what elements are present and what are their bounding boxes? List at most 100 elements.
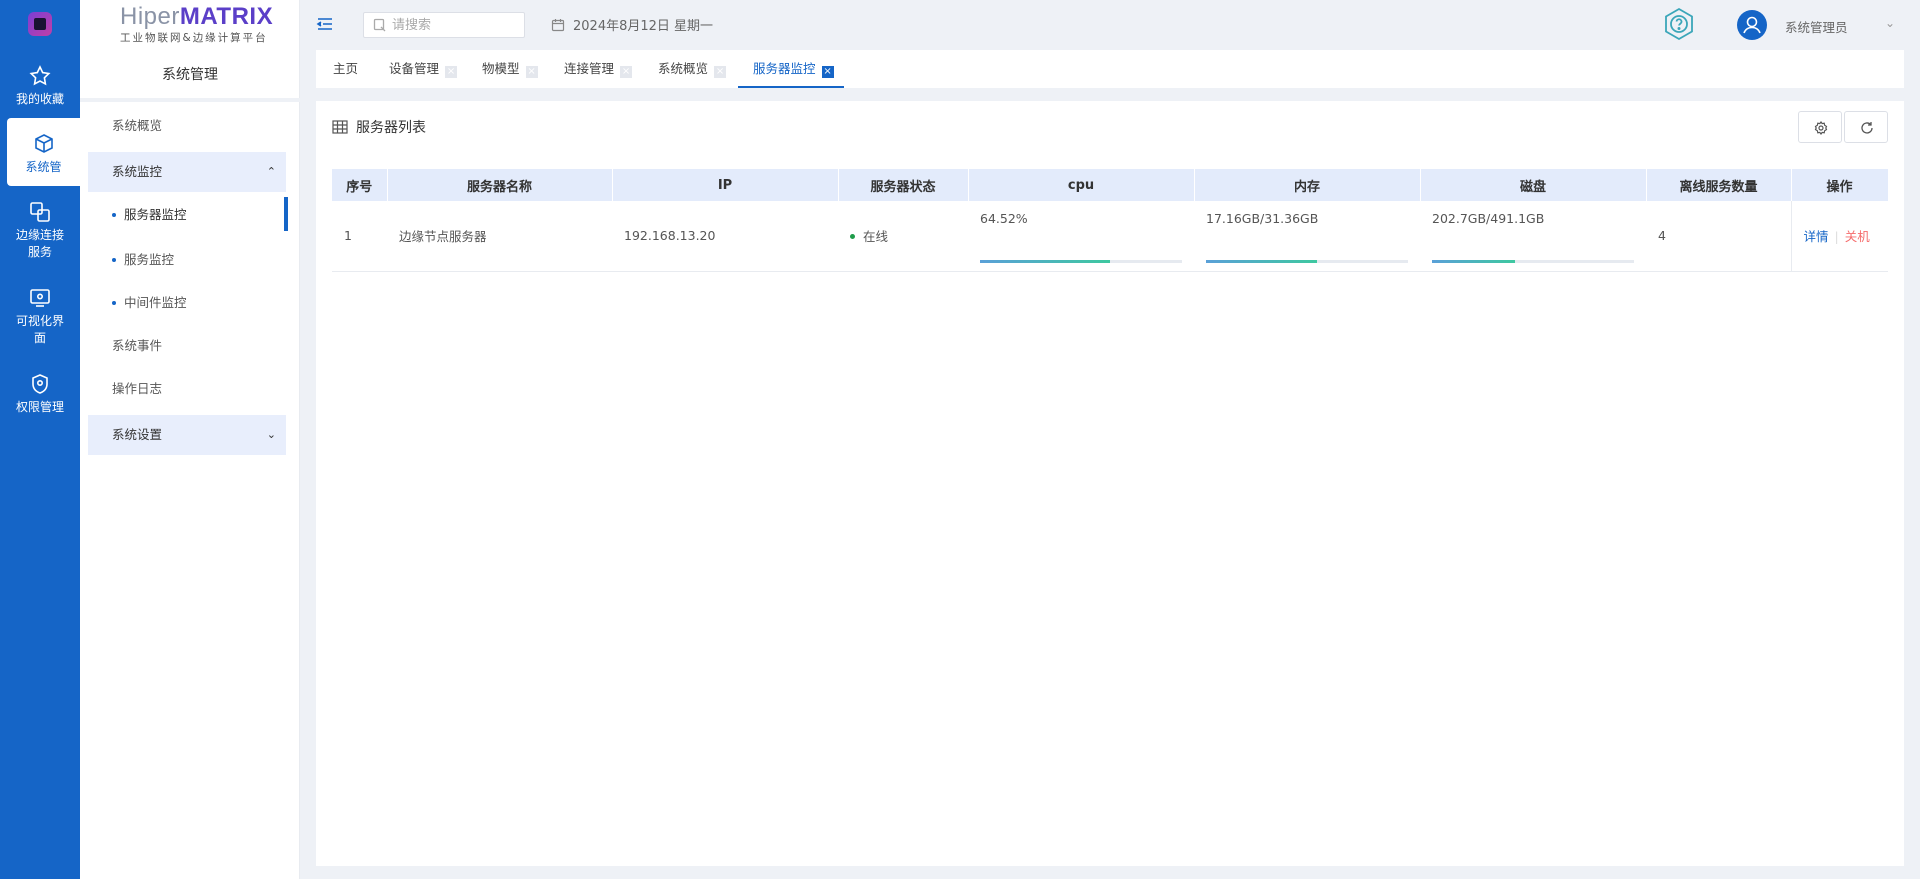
cell-status: 在线 — [838, 201, 968, 272]
bullet-icon — [112, 213, 116, 217]
sidebar-item-system-overview[interactable]: 系统概览 — [88, 106, 286, 146]
close-icon[interactable]: × — [445, 66, 458, 78]
app-logo-icon — [28, 12, 52, 36]
chevron-down-icon: ⌄ — [266, 428, 276, 441]
brand-name-prefix: Hiper — [120, 3, 180, 30]
search-box[interactable] — [363, 12, 525, 38]
column-header: 服务器状态 — [838, 169, 969, 201]
close-icon[interactable]: × — [525, 66, 538, 78]
shutdown-link[interactable]: 关机 — [1845, 229, 1870, 244]
tab-system-overview[interactable]: 系统概览 × — [658, 50, 727, 88]
table-header-row: 序号 服务器名称 IP 服务器状态 cpu 内存 磁盘 离线服务数量 操作 — [332, 169, 1889, 201]
tab-connection-management[interactable]: 连接管理 × — [564, 50, 633, 88]
sidebar-group-system-settings[interactable]: 系统设置 ⌄ — [88, 415, 286, 455]
cube-icon — [34, 134, 53, 153]
cell-server-name: 边缘节点服务器 — [387, 201, 612, 272]
search-input[interactable] — [392, 16, 520, 34]
top-header: 2024年8月12日 星期一 系统管理员 ⌄ — [301, 0, 1920, 50]
cpu-usage-bar — [980, 259, 1182, 263]
help-icon[interactable] — [1661, 6, 1697, 46]
cell-disk: 202.7GB/491.1GB — [1420, 201, 1646, 272]
sidebar-item-server-monitor[interactable]: 服务器监控 — [88, 197, 288, 233]
cpu-value: 64.52% — [980, 211, 1028, 226]
cell-offline-count: 4 — [1646, 201, 1791, 272]
gear-icon — [1814, 121, 1828, 135]
tab-server-monitor[interactable]: 服务器监控 × — [738, 50, 843, 88]
sidebar-item-label: 中间件监控 — [124, 295, 187, 310]
rail-item-visualization[interactable]: 可视化界面 — [0, 286, 80, 347]
link-icon — [30, 202, 50, 222]
tab-device-management[interactable]: 设备管理 × — [389, 50, 458, 88]
rail-item-label: 权限管理 — [15, 400, 64, 414]
brand-logo: HiperMATRIX 工业物联网&边缘计算平台 — [120, 4, 300, 45]
tab-bar: 主页 设备管理 × 物模型 × 连接管理 × 系统概览 × 服务器监控 × — [316, 50, 1904, 88]
rail-item-label: 系统管 — [25, 160, 62, 174]
search-icon — [373, 18, 386, 32]
rail-item-edge-connect[interactable]: 边缘连接服务 — [0, 200, 80, 261]
sidebar: HiperMATRIX 工业物联网&边缘计算平台 系统管理 系统概览 系统监控 … — [80, 0, 300, 879]
sidebar-divider — [80, 98, 300, 102]
disk-usage-fill — [1432, 259, 1516, 263]
rail-item-permission[interactable]: 权限管理 — [0, 372, 80, 416]
memory-usage-fill — [1206, 259, 1317, 263]
refresh-icon — [1861, 122, 1873, 134]
rail-item-label: 可视化界面 — [15, 314, 64, 345]
cell-index: 1 — [332, 201, 387, 272]
tab-thing-model[interactable]: 物模型 × — [482, 50, 538, 88]
avatar — [1737, 10, 1767, 40]
column-header: 序号 — [332, 169, 388, 201]
memory-usage-bar — [1206, 259, 1408, 263]
brand-subtitle: 工业物联网&边缘计算平台 — [120, 32, 268, 44]
chevron-down-icon: ⌄ — [1885, 16, 1896, 30]
close-icon[interactable]: × — [714, 66, 727, 78]
settings-button[interactable] — [1798, 111, 1842, 143]
memory-value: 17.16GB/31.36GB — [1206, 211, 1319, 226]
close-icon[interactable]: × — [821, 66, 834, 78]
status-text: 在线 — [863, 229, 889, 245]
rail-item-label: 边缘连接服务 — [15, 228, 64, 259]
shield-icon — [32, 374, 48, 394]
tab-home[interactable]: 主页 — [333, 50, 358, 88]
date-display: 2024年8月12日 星期一 — [551, 15, 713, 34]
rail-item-system[interactable]: 系统管 — [7, 118, 80, 186]
action-separator: | — [1834, 229, 1839, 245]
detail-link[interactable]: 详情 — [1804, 229, 1829, 244]
column-header: IP — [612, 169, 839, 201]
table-row: 1 边缘节点服务器 192.168.13.20 在线 64.52% 17.16G… — [332, 201, 1888, 272]
cell-cpu: 64.52% — [968, 201, 1194, 272]
cell-memory: 17.16GB/31.36GB — [1194, 201, 1420, 272]
date-text: 2024年8月12日 星期一 — [573, 19, 714, 34]
column-header: cpu — [968, 169, 1195, 201]
server-table: 序号 服务器名称 IP 服务器状态 cpu 内存 磁盘 离线服务数量 操作 1 … — [332, 169, 1889, 272]
sidebar-item-label: 服务器监控 — [124, 207, 187, 222]
disk-usage-bar — [1432, 259, 1634, 263]
cell-ip: 192.168.13.20 — [612, 201, 838, 272]
sidebar-item-operation-log[interactable]: 操作日志 — [88, 369, 286, 409]
cell-actions: 详情 | 关机 — [1790, 201, 1888, 272]
sidebar-item-label: 服务监控 — [124, 252, 175, 267]
menu-toggle-icon[interactable] — [316, 16, 334, 36]
table-icon — [332, 120, 348, 134]
column-header: 内存 — [1194, 169, 1421, 201]
online-dot-icon — [850, 234, 855, 240]
calendar-icon — [551, 19, 565, 32]
rail-item-label: 我的收藏 — [15, 92, 64, 106]
eye-screen-icon — [30, 289, 50, 307]
app-rail: 我的收藏 系统管 边缘连接服务 可视化界面 权限管理 — [0, 0, 80, 879]
rail-item-favorites[interactable]: 我的收藏 — [0, 64, 80, 108]
column-header: 服务器名称 — [387, 169, 613, 201]
sidebar-item-label: 系统设置 — [112, 427, 163, 442]
close-icon[interactable]: × — [620, 66, 633, 78]
column-header: 离线服务数量 — [1646, 169, 1792, 201]
column-header: 磁盘 — [1420, 169, 1647, 201]
sidebar-group-system-monitor[interactable]: 系统监控 ⌃ — [88, 152, 286, 192]
cpu-usage-fill — [980, 259, 1111, 263]
bullet-icon — [112, 301, 116, 305]
sidebar-item-system-events[interactable]: 系统事件 — [88, 326, 286, 366]
refresh-button[interactable] — [1844, 111, 1888, 143]
star-icon — [29, 65, 51, 86]
server-list-panel: 服务器列表 序号 服务器名称 IP 服务器状态 cpu 内存 磁盘 离线服务数量… — [316, 101, 1904, 866]
sidebar-item-middleware-monitor[interactable]: 中间件监控 — [88, 283, 286, 323]
sidebar-item-service-monitor[interactable]: 服务监控 — [88, 240, 286, 280]
brand-name-highlight: MATRIX — [179, 3, 274, 30]
